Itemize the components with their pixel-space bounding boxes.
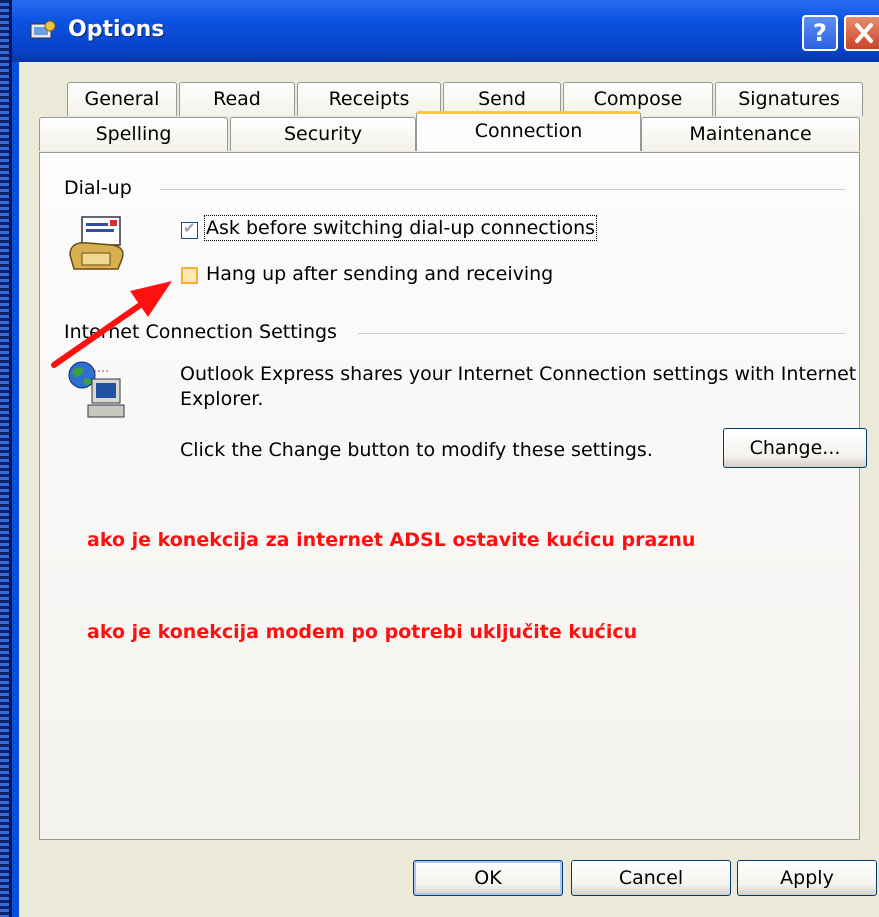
dialup-group-label: Dial-up bbox=[64, 177, 132, 199]
globe-computer-icon bbox=[68, 361, 125, 418]
apply-button[interactable]: Apply bbox=[737, 860, 877, 896]
help-button[interactable]: ? bbox=[802, 15, 838, 51]
phone-icon bbox=[69, 216, 124, 270]
internet-description-line1: Outlook Express shares your Internet Con… bbox=[180, 363, 857, 385]
tab-general[interactable]: General bbox=[67, 82, 177, 116]
tab-read[interactable]: Read bbox=[179, 82, 295, 116]
window-title: Options bbox=[68, 17, 165, 42]
tab-spelling[interactable]: Spelling bbox=[39, 117, 228, 151]
dialup-divider bbox=[160, 189, 845, 190]
ok-button[interactable]: OK bbox=[413, 860, 563, 896]
ask-before-switching-checkbox[interactable] bbox=[181, 219, 198, 239]
tab-maintenance[interactable]: Maintenance bbox=[641, 117, 860, 151]
change-hint-text: Click the Change button to modify these … bbox=[180, 439, 653, 461]
annotation-adsl: ako je konekcija za internet ADSL ostavi… bbox=[87, 529, 696, 551]
background-window-edge bbox=[0, 0, 12, 917]
annotation-modem: ako je konekcija modem po potrebi uključ… bbox=[87, 621, 638, 643]
tab-signatures[interactable]: Signatures bbox=[715, 82, 863, 116]
options-dialog: Options ? General Read Receipts Send Com… bbox=[12, 0, 879, 917]
annotation-arrow bbox=[51, 281, 172, 368]
connection-panel: Dial-up Ask before switching dial-up con… bbox=[39, 152, 867, 840]
tab-connection[interactable]: Connection bbox=[416, 111, 641, 151]
internet-divider bbox=[358, 333, 845, 334]
cancel-button[interactable]: Cancel bbox=[571, 860, 731, 896]
hang-up-label[interactable]: Hang up after sending and receiving bbox=[206, 263, 553, 285]
change-button[interactable]: Change... bbox=[723, 428, 867, 468]
tab-security[interactable]: Security bbox=[230, 117, 416, 151]
internet-description-line2: Explorer. bbox=[180, 388, 264, 410]
close-icon bbox=[855, 23, 873, 43]
ask-before-switching-label[interactable]: Ask before switching dial-up connections bbox=[203, 215, 598, 241]
options-icon bbox=[30, 20, 56, 39]
title-bar[interactable]: Options ? bbox=[12, 0, 879, 62]
hang-up-checkbox[interactable] bbox=[181, 267, 198, 284]
dialog-client-area: General Read Receipts Send Compose Signa… bbox=[19, 62, 879, 917]
close-button[interactable] bbox=[844, 15, 879, 51]
